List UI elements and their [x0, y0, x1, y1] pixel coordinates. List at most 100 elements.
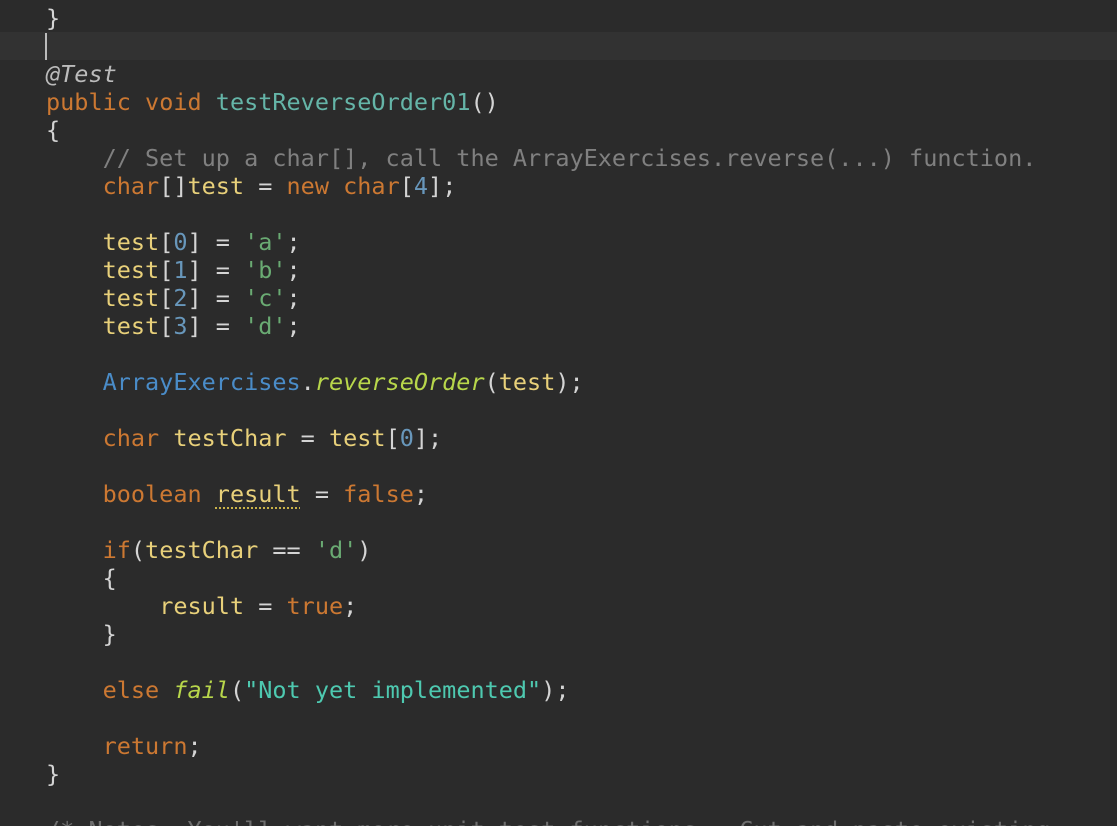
code-line[interactable]: return;	[0, 732, 1117, 760]
code-line[interactable]	[0, 788, 1117, 816]
code-line-content: @Test	[46, 60, 117, 88]
code-token: false	[343, 480, 414, 508]
code-line[interactable]	[0, 704, 1117, 732]
code-line[interactable]: else fail("Not yet implemented");	[0, 676, 1117, 704]
code-line-content: {	[46, 564, 117, 592]
code-token: ;	[286, 256, 301, 284]
code-token: test	[102, 228, 160, 256]
code-line[interactable]: ArrayExercises.reverseOrder(test);	[0, 368, 1117, 396]
code-line-content: boolean result = false;	[46, 480, 428, 508]
code-token: char	[102, 172, 160, 200]
code-token: reverseOrder	[314, 368, 485, 396]
code-token: =	[286, 424, 329, 452]
code-token: ()	[470, 88, 499, 116]
code-line-content: // Set up a char[], call the ArrayExerci…	[46, 144, 1037, 172]
code-line[interactable]	[0, 340, 1117, 368]
code-token: char	[102, 424, 160, 452]
code-token: return	[102, 732, 188, 760]
code-line-content: result = true;	[46, 592, 357, 620]
code-line[interactable]: }	[0, 4, 1117, 32]
code-line[interactable]: public void testReverseOrder01()	[0, 88, 1117, 116]
code-token: [	[159, 284, 174, 312]
code-line-content: }	[46, 4, 60, 32]
code-token: ] =	[187, 228, 245, 256]
code-line-content: else fail("Not yet implemented");	[46, 676, 570, 704]
code-line-content: test[1] = 'b';	[46, 256, 301, 284]
code-line-content: /* Notes: You'll want more unit test fun…	[46, 816, 1051, 826]
code-line[interactable]	[0, 508, 1117, 536]
code-token: @Test	[46, 60, 117, 88]
code-line-content: test[0] = 'a';	[46, 228, 301, 256]
code-line[interactable]: test[0] = 'a';	[0, 228, 1117, 256]
code-token: [	[399, 172, 414, 200]
code-token: [	[159, 256, 174, 284]
code-token: void	[145, 88, 202, 116]
code-token: test	[328, 424, 386, 452]
code-line[interactable]	[0, 648, 1117, 676]
code-token: testChar	[173, 424, 287, 452]
code-token: [	[385, 424, 400, 452]
code-token: testChar	[145, 536, 259, 564]
code-line[interactable]: if(testChar == 'd')	[0, 536, 1117, 564]
code-editor[interactable]: } @Test public void testReverseOrder01(){ …	[0, 0, 1117, 826]
code-token: 0	[173, 228, 188, 256]
code-token: )	[357, 536, 372, 564]
code-line[interactable]: }	[0, 760, 1117, 788]
code-token: "Not yet implemented"	[244, 676, 542, 704]
code-line[interactable]: }	[0, 620, 1117, 648]
code-token: =	[300, 480, 344, 508]
code-line-content: return;	[46, 732, 202, 760]
code-line[interactable]: boolean result = false;	[0, 480, 1117, 508]
code-line[interactable]	[0, 200, 1117, 228]
code-token: .	[300, 368, 315, 396]
code-token: 'd'	[314, 536, 358, 564]
code-token: 'a'	[244, 228, 287, 256]
code-token: boolean	[102, 480, 202, 508]
code-line-content: {	[46, 116, 60, 144]
code-token: ;	[286, 228, 301, 256]
code-line[interactable]: /* Notes: You'll want more unit test fun…	[0, 816, 1117, 826]
code-token: {	[46, 564, 117, 592]
code-token: 1	[173, 256, 188, 284]
code-line-content: ArrayExercises.reverseOrder(test);	[46, 368, 584, 396]
code-line[interactable]: test[2] = 'c';	[0, 284, 1117, 312]
code-token: char	[343, 172, 400, 200]
code-token: (	[130, 536, 146, 564]
code-token: test	[102, 312, 160, 340]
code-line-content: public void testReverseOrder01()	[46, 88, 499, 116]
code-token: 'c'	[244, 284, 287, 312]
code-line[interactable]: {	[0, 564, 1117, 592]
code-token: 0	[399, 424, 414, 452]
code-line[interactable]: {	[0, 116, 1117, 144]
code-line[interactable]: char[]test = new char[4];	[0, 172, 1117, 200]
code-token: fail	[173, 676, 230, 704]
code-line-content: test[2] = 'c';	[46, 284, 301, 312]
code-line[interactable]: result = true;	[0, 592, 1117, 620]
text-caret	[45, 33, 47, 60]
code-token: result	[215, 480, 301, 508]
code-token: }	[46, 4, 61, 32]
current-line[interactable]	[0, 32, 1117, 60]
code-line[interactable]: char testChar = test[0];	[0, 424, 1117, 452]
code-token: 'd'	[244, 312, 287, 340]
code-line[interactable]	[0, 452, 1117, 480]
code-token: ==	[258, 536, 315, 564]
code-line[interactable]	[0, 396, 1117, 424]
code-token: );	[555, 368, 584, 396]
code-line[interactable]: @Test	[0, 60, 1117, 88]
code-line[interactable]: test[1] = 'b';	[0, 256, 1117, 284]
code-token: /* Notes: You'll want more unit test fun…	[46, 816, 1051, 826]
code-line[interactable]: test[3] = 'd';	[0, 312, 1117, 340]
code-token: testReverseOrder01	[215, 88, 471, 116]
code-line[interactable]: // Set up a char[], call the ArrayExerci…	[0, 144, 1117, 172]
